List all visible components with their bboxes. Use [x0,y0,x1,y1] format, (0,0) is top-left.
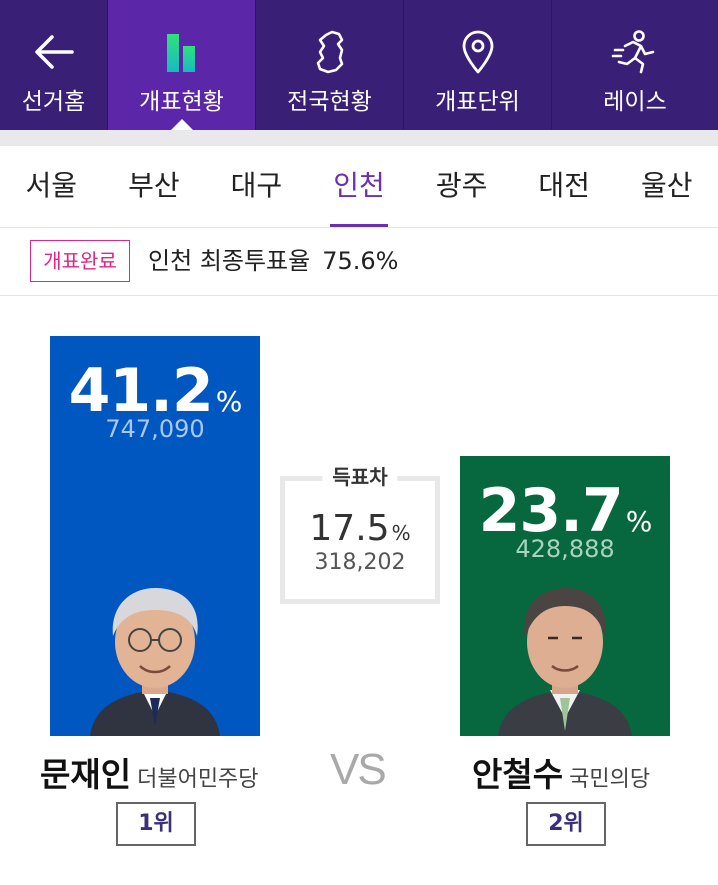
rank-badge-1: 1위 [116,802,196,846]
back-arrow-icon [34,35,74,69]
region-name: 인천 [148,247,193,275]
party-name: 국민의당 [569,767,651,792]
tab-gwangju[interactable]: 광주 [410,146,513,227]
nav-national-status[interactable]: 전국현황 [256,0,404,130]
nav-count-status[interactable]: 개표현황 [108,0,256,130]
candidate-name: 문재인 [40,755,132,794]
vote-count: 747,090 [105,415,205,443]
difference-votes: 318,202 [314,550,406,575]
nav-race[interactable]: 레이스 [552,0,718,130]
vote-count: 428,888 [515,535,615,563]
nav-divider [0,130,718,146]
nav-label: 개표단위 [435,89,520,115]
difference-label: 득표차 [322,465,398,489]
candidate-photo [90,588,220,736]
difference-percent-value: 17.5 [309,508,390,549]
candidate-name-1: 문재인 더불어민주당 [40,748,259,796]
korea-map-icon [316,30,343,74]
difference-percent: 17.5% [285,509,435,553]
party-name: 더불어민주당 [137,767,259,792]
turnout-label: 최종투표율 [199,247,311,275]
tab-ulsan[interactable]: 울산 [615,146,718,227]
vote-difference-box: 득표차 17.5% 318,202 [280,465,440,604]
vs-label: VS [330,745,387,794]
bar-chart-icon [166,34,195,72]
candidate-name-2: 안철수 국민의당 [472,748,650,796]
turnout-value: 75.6% [322,247,399,275]
location-pin-icon [462,30,493,74]
tab-daegu[interactable]: 대구 [205,146,308,227]
top-nav: 선거홈 개표현황 전국현황 개표단위 레이스 [0,0,718,130]
candidate-card-1[interactable]: 41.2% 747,090 [50,336,260,736]
candidate-name: 안철수 [472,755,564,794]
tab-daejeon[interactable]: 대전 [513,146,616,227]
candidate-photo [498,588,632,736]
candidate-card-2[interactable]: 23.7% 428,888 [460,456,670,736]
nav-label: 전국현황 [287,89,372,115]
runner-icon [611,30,655,74]
tab-seoul[interactable]: 서울 [0,146,103,227]
turnout-text: 인천 최종투표율 75.6% [148,242,398,280]
nav-label: 레이스 [603,89,667,115]
status-row: 개표완료 인천 최종투표율 75.6% [0,228,718,296]
nav-label: 선거홈 [21,89,86,115]
status-badge: 개표완료 [30,240,130,282]
nav-election-home[interactable]: 선거홈 [0,0,108,130]
nav-count-unit[interactable]: 개표단위 [404,0,552,130]
tab-busan[interactable]: 부산 [103,146,206,227]
region-tabs: 서울 부산 대구 인천 광주 대전 울산 [0,146,718,228]
difference-percent-unit: % [391,521,411,545]
nav-label: 개표현황 [139,89,224,115]
tab-incheon[interactable]: 인천 [308,146,411,227]
rank-badge-2: 2위 [526,802,606,846]
